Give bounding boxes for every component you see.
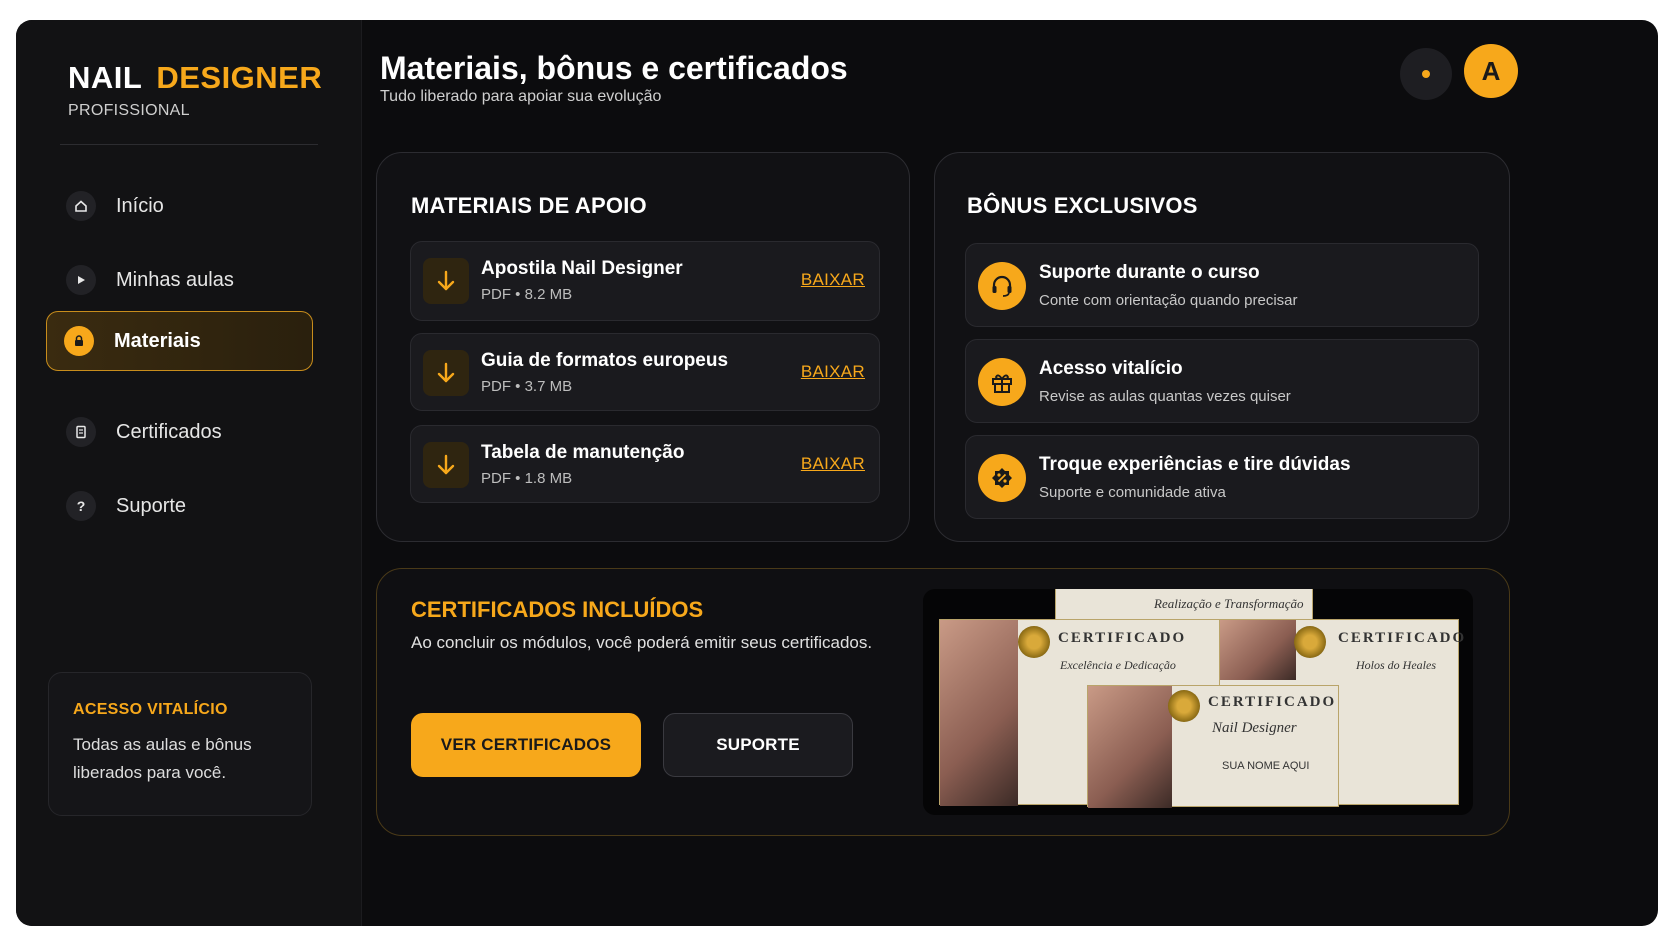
certificate-title: CERTIFICADO <box>1338 630 1467 646</box>
sidebar-item-label: Minhas aulas <box>116 268 234 291</box>
download-arrow-icon <box>423 258 469 304</box>
headset-icon <box>978 262 1026 310</box>
view-certificates-button[interactable]: VER CERTIFICADOS <box>411 713 641 777</box>
certificates-preview-image: Realização e Transformação CERTIFICADO E… <box>923 589 1473 815</box>
gift-icon <box>978 358 1026 406</box>
sidebar-item-inicio[interactable]: Início <box>49 174 333 238</box>
certificate-title: CERTIFICADO <box>1058 630 1187 646</box>
bonus-panel: BÔNUS EXCLUSIVOS Suporte durante o curso… <box>934 152 1510 542</box>
play-icon <box>66 265 96 295</box>
brand-word-nail: NAIL <box>68 60 143 95</box>
materials-panel: MATERIAIS DE APOIO Apostila Nail Designe… <box>376 152 910 542</box>
bonus-item-title: Acesso vitalício <box>1039 358 1183 379</box>
material-item: Guia de formatos europeus PDF • 3.7 MB B… <box>410 333 880 411</box>
material-title: Guia de formatos europeus <box>481 350 729 371</box>
sidebar-item-certificados[interactable]: Certificados <box>49 400 333 464</box>
certificate-script: Excelência e Dedicação <box>1060 658 1176 672</box>
certificate-name: SUA NOME AQUI <box>1222 760 1310 772</box>
sidebar-item-label: Início <box>116 194 164 217</box>
bonus-item-desc: Suporte e comunidade ativa <box>1039 484 1226 501</box>
bonus-item: Suporte durante o curso Conte com orient… <box>965 243 1479 327</box>
sidebar-item-materiais[interactable]: Materiais <box>46 311 313 371</box>
download-arrow-icon <box>423 350 469 396</box>
notification-button[interactable] <box>1400 48 1452 100</box>
bonus-item-title: Troque experiências e tire dúvidas <box>1039 454 1351 475</box>
material-item: Tabela de manutenção PDF • 1.8 MB BAIXAR <box>410 425 880 503</box>
bonus-item-desc: Revise as aulas quantas vezes quiser <box>1039 388 1291 405</box>
seal-icon <box>1018 626 1050 658</box>
access-card-text: Todas as aulas e bônus liberados para vo… <box>73 735 252 782</box>
seal-icon <box>1168 690 1200 722</box>
certificates-title: CERTIFICADOS INCLUÍDOS <box>411 597 704 622</box>
material-meta: PDF • 1.8 MB <box>481 470 573 487</box>
nail-photo <box>940 620 1018 806</box>
material-title: Tabela de manutenção <box>481 442 685 463</box>
app-window: NAIL DESIGNER PROFISSIONAL Início Minhas … <box>16 20 1658 926</box>
download-link[interactable]: BAIXAR <box>801 362 865 382</box>
bonus-item: Acesso vitalício Revise as aulas quantas… <box>965 339 1479 423</box>
certificates-text: Ao concluir os módulos, você poderá emit… <box>411 633 873 652</box>
lock-icon <box>64 326 94 356</box>
question-icon: ? <box>66 491 96 521</box>
download-link[interactable]: BAIXAR <box>801 454 865 474</box>
page-title: Materiais, bônus e certificados <box>380 50 848 86</box>
brand-word-designer: DESIGNER <box>156 60 323 95</box>
home-icon <box>66 191 96 221</box>
seal-icon <box>1294 626 1326 658</box>
certificate-script: Holos do Heales <box>1356 658 1436 672</box>
brand-title: NAIL DESIGNER <box>68 60 322 96</box>
certificate-card-front: CERTIFICADO Nail Designer SUA NOME AQUI <box>1087 685 1339 808</box>
sidebar-item-label: Certificados <box>116 420 222 443</box>
access-card-title: ACESSO VITALÍCIO <box>73 701 228 718</box>
percent-badge-icon <box>978 454 1026 502</box>
bonus-item-title: Suporte durante o curso <box>1039 262 1260 283</box>
bonus-title: BÔNUS EXCLUSIVOS <box>967 193 1198 218</box>
bonus-item: Troque experiências e tire dúvidas Supor… <box>965 435 1479 519</box>
nail-photo <box>1088 686 1172 808</box>
brand-logo[interactable]: NAIL DESIGNER PROFISSIONAL <box>68 60 322 120</box>
sidebar-item-label: Suporte <box>116 494 187 517</box>
nail-photo <box>1220 620 1296 680</box>
sidebar-divider <box>60 144 318 145</box>
material-meta: PDF • 3.7 MB <box>481 378 573 395</box>
certificate-title: CERTIFICADO <box>1208 694 1337 710</box>
support-button[interactable]: SUPORTE <box>663 713 853 777</box>
brand-subtitle: PROFISSIONAL <box>68 102 190 119</box>
sidebar-item-minhas-aulas[interactable]: Minhas aulas <box>49 248 333 312</box>
bonus-item-desc: Conte com orientação quando precisar <box>1039 292 1298 309</box>
download-arrow-icon <box>423 442 469 488</box>
certificates-panel: CERTIFICADOS INCLUÍDOS Ao concluir os mó… <box>376 568 1510 836</box>
sidebar-item-label: Materiais <box>114 329 201 352</box>
notification-dot-icon <box>1422 70 1430 78</box>
material-meta: PDF • 8.2 MB <box>481 286 573 303</box>
sidebar-item-suporte[interactable]: ? Suporte <box>49 474 333 538</box>
avatar[interactable]: A <box>1464 44 1518 98</box>
sidebar: NAIL DESIGNER PROFISSIONAL Início Minhas … <box>16 20 362 926</box>
certificate-script: Nail Designer <box>1212 720 1297 736</box>
certificate-script: Realização e Transformação <box>1154 596 1304 611</box>
document-icon <box>66 417 96 447</box>
material-item: Apostila Nail Designer PDF • 8.2 MB BAIX… <box>410 241 880 321</box>
material-title: Apostila Nail Designer <box>481 258 683 279</box>
lifetime-access-card: ACESSO VITALÍCIO Todas as aulas e bônus … <box>48 672 312 816</box>
materials-title: MATERIAIS DE APOIO <box>411 193 647 218</box>
download-link[interactable]: BAIXAR <box>801 270 865 290</box>
page-subtitle: Tudo liberado para apoiar sua evolução <box>380 88 662 105</box>
